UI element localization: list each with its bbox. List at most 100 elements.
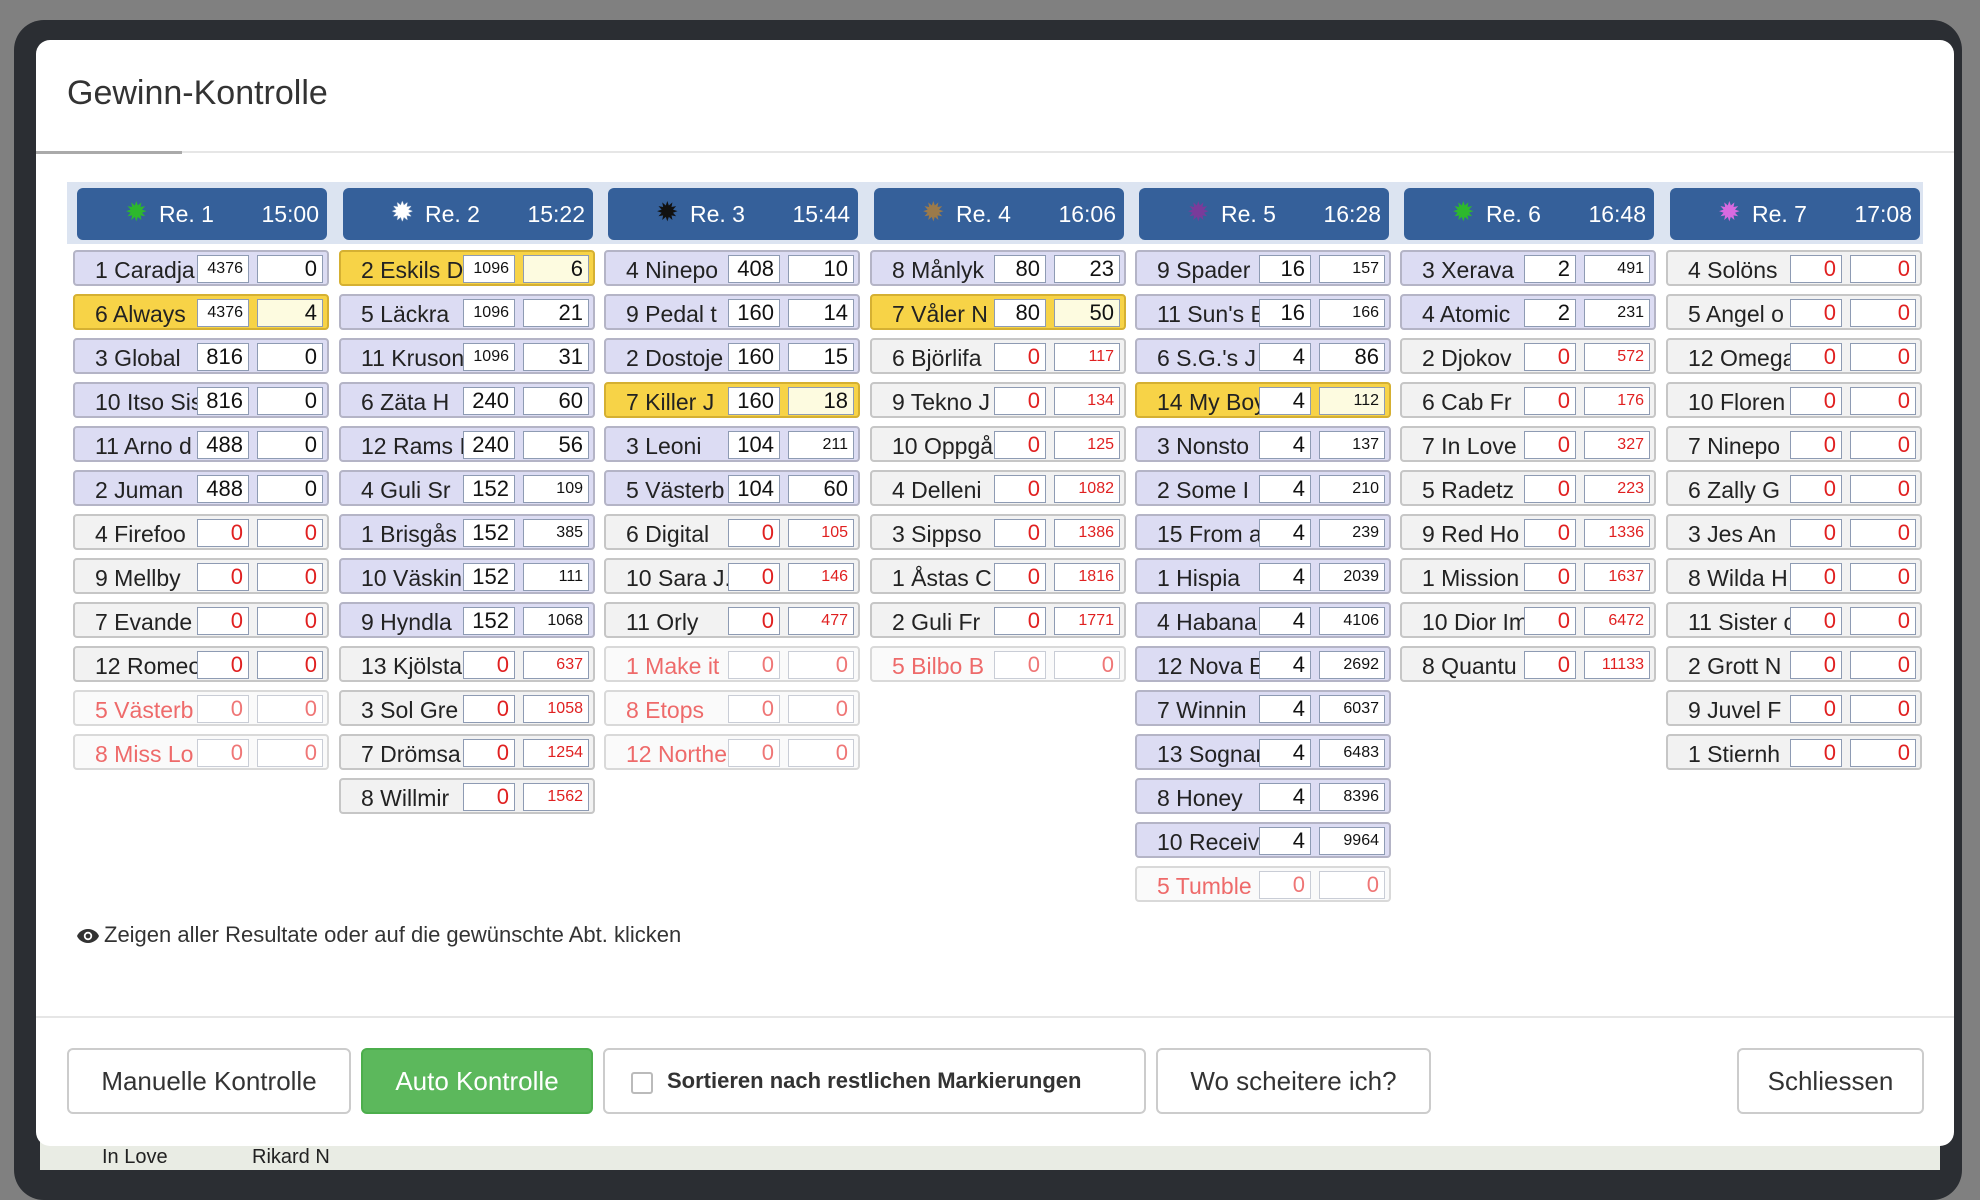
- runner-row[interactable]: 11 Sister o00: [1666, 602, 1922, 638]
- runner-row[interactable]: 7 Killer J 160 18: [604, 382, 860, 418]
- runner-row[interactable]: 5 Läckra 1096 21: [339, 294, 595, 330]
- runner-row[interactable]: 10 Oppgå 0 125: [870, 426, 1126, 462]
- runner-row[interactable]: 4 Ninepo 408 10: [604, 250, 860, 286]
- runner-row[interactable]: 9 Red Ho 0 1336: [1400, 514, 1656, 550]
- runner-row[interactable]: 1 Caradja 4376 0: [73, 250, 329, 286]
- runner-row[interactable]: 8 Honey 4 8396: [1135, 778, 1391, 814]
- runner-value-2: 1816: [1054, 563, 1120, 591]
- runner-row[interactable]: 7 Drömsa 0 1254: [339, 734, 595, 770]
- runner-row[interactable]: 6 Zally G 00: [1666, 470, 1922, 506]
- sort-checkbox[interactable]: [631, 1072, 653, 1094]
- runner-row[interactable]: 3 Global 816 0: [73, 338, 329, 374]
- runner-row[interactable]: 4 Delleni 0 1082: [870, 470, 1126, 506]
- runner-row[interactable]: 12 Rams I 240 56: [339, 426, 595, 462]
- runner-row[interactable]: 9 Mellby 0 0: [73, 558, 329, 594]
- runner-row[interactable]: 12 Northe 0 0: [604, 734, 860, 770]
- runner-row[interactable]: 3 Jes An 0 0: [1666, 514, 1922, 550]
- runner-row[interactable]: 15 From a 4 239: [1135, 514, 1391, 550]
- runner-row[interactable]: 9 Hyndla 152 1068: [339, 602, 595, 638]
- runner-row[interactable]: 2 Grott N 00: [1666, 646, 1922, 682]
- runner-row[interactable]: 2 Some I 4 210: [1135, 470, 1391, 506]
- runner-row[interactable]: 6 Zäta H 240 60: [339, 382, 595, 418]
- runner-row[interactable]: 14 My Boy 4 112: [1135, 382, 1391, 418]
- runner-row[interactable]: 6 Always 4376 4: [73, 294, 329, 330]
- runner-row[interactable]: 8 Willmir 0 1562: [339, 778, 595, 814]
- runner-row[interactable]: 4 Firefoo 0 0: [73, 514, 329, 550]
- manual-control-button[interactable]: Manuelle Kontrolle: [67, 1048, 351, 1114]
- runner-value-1: 0: [463, 651, 515, 679]
- race-header-5[interactable]: ✹ Re. 5 16:28: [1139, 188, 1389, 240]
- runner-row[interactable]: 8 Quantu 0 11133: [1400, 646, 1656, 682]
- runner-row[interactable]: 12 Nova E 4 2692: [1135, 646, 1391, 682]
- runner-row[interactable]: 9 Tekno J 0 134: [870, 382, 1126, 418]
- runner-row[interactable]: 1 Brisgås 152 385: [339, 514, 595, 550]
- runner-row[interactable]: 13 Sognar 4 6483: [1135, 734, 1391, 770]
- runner-row[interactable]: 10 Sara J. 0 146: [604, 558, 860, 594]
- runner-row[interactable]: 11 Orly 0 477: [604, 602, 860, 638]
- runner-row[interactable]: 12 Romeo 0 0: [73, 646, 329, 682]
- race-header-4[interactable]: ✹ Re. 4 16:06: [874, 188, 1124, 240]
- runner-row[interactable]: 1 Stiernh 0 0: [1666, 734, 1922, 770]
- runner-row[interactable]: 3 Xerava 2 491: [1400, 250, 1656, 286]
- runner-row[interactable]: 1 Make it 0 0: [604, 646, 860, 682]
- runner-row[interactable]: 3 Sippso 0 1386: [870, 514, 1126, 550]
- runner-row[interactable]: 2 Juman 488 0: [73, 470, 329, 506]
- runner-row[interactable]: 7 Våler N 80 50: [870, 294, 1126, 330]
- runner-row[interactable]: 4 Atomic 2 231: [1400, 294, 1656, 330]
- hint-row[interactable]: Zeigen aller Resultate oder auf die gewü…: [76, 922, 681, 948]
- runner-row[interactable]: 10 Itso Sis 816 0: [73, 382, 329, 418]
- runner-row[interactable]: 1 Mission 0 1637: [1400, 558, 1656, 594]
- runner-row[interactable]: 7 Winnin 4 6037: [1135, 690, 1391, 726]
- runner-row[interactable]: 9 Juvel F 00: [1666, 690, 1922, 726]
- runner-row[interactable]: 4 Habana 4 4106: [1135, 602, 1391, 638]
- runner-row[interactable]: 7 Evande 0 0: [73, 602, 329, 638]
- runner-row[interactable]: 5 Angel o00: [1666, 294, 1922, 330]
- runner-row[interactable]: 8 Etops 0 0: [604, 690, 860, 726]
- runner-row[interactable]: 10 Receiv 4 9964: [1135, 822, 1391, 858]
- runner-row[interactable]: 2 Guli Fr 0 1771: [870, 602, 1126, 638]
- runner-row[interactable]: 11 Sun's B 16 166: [1135, 294, 1391, 330]
- race-header-2[interactable]: ✹ Re. 2 15:22: [343, 188, 593, 240]
- runner-row[interactable]: 4 Guli Sr 152 109: [339, 470, 595, 506]
- runner-row[interactable]: 9 Spader 16 157: [1135, 250, 1391, 286]
- runner-row[interactable]: 5 Västerb 104 60: [604, 470, 860, 506]
- runner-row[interactable]: 5 Västerb 0 0: [73, 690, 329, 726]
- runner-row[interactable]: 7 Ninepo 0 0: [1666, 426, 1922, 462]
- runner-row[interactable]: 5 Tumble 0 0: [1135, 866, 1391, 902]
- runner-row[interactable]: 3 Nonsto 4 137: [1135, 426, 1391, 462]
- runner-row[interactable]: 8 Miss Lo 0 0: [73, 734, 329, 770]
- runner-row[interactable]: 12 Omega 0 0: [1666, 338, 1922, 374]
- runner-row[interactable]: 3 Leoni 104 211: [604, 426, 860, 462]
- close-button[interactable]: Schliessen: [1737, 1048, 1924, 1114]
- runner-row[interactable]: 6 Björlifa 0 117: [870, 338, 1126, 374]
- race-header-7[interactable]: ✹ Re. 7 17:08: [1670, 188, 1920, 240]
- runner-row[interactable]: 3 Sol Gre 0 1058: [339, 690, 595, 726]
- runner-row[interactable]: 6 Cab Fr 0 176: [1400, 382, 1656, 418]
- runner-row[interactable]: 6 S.G.'s J 4 86: [1135, 338, 1391, 374]
- runner-row[interactable]: 11 Arno d 488 0: [73, 426, 329, 462]
- race-header-1[interactable]: ✹ Re. 1 15:00: [77, 188, 327, 240]
- runner-row[interactable]: 8 Wilda H00: [1666, 558, 1922, 594]
- where-do-i-fail-button[interactable]: Wo scheitere ich?: [1156, 1048, 1431, 1114]
- runner-row[interactable]: 4 Solöns 0 0: [1666, 250, 1922, 286]
- sort-remaining-toggle[interactable]: Sortieren nach restlichen Markierungen: [603, 1048, 1146, 1114]
- runner-row[interactable]: 1 Hispia 4 2039: [1135, 558, 1391, 594]
- race-header-6[interactable]: ✹ Re. 6 16:48: [1404, 188, 1654, 240]
- runner-row[interactable]: 9 Pedal t 160 14: [604, 294, 860, 330]
- runner-row[interactable]: 5 Radetz 0 223: [1400, 470, 1656, 506]
- runner-row[interactable]: 6 Digital 0 105: [604, 514, 860, 550]
- runner-row[interactable]: 10 Floren 0 0: [1666, 382, 1922, 418]
- runner-row[interactable]: 2 Eskils D 1096 6: [339, 250, 595, 286]
- runner-row[interactable]: 2 Dostoje 160 15: [604, 338, 860, 374]
- runner-row[interactable]: 7 In Love 0 327: [1400, 426, 1656, 462]
- runner-row[interactable]: 10 Dior Im 0 6472: [1400, 602, 1656, 638]
- runner-row[interactable]: 8 Månlyk 80 23: [870, 250, 1126, 286]
- runner-row[interactable]: 11 Kruson 1096 31: [339, 338, 595, 374]
- runner-row[interactable]: 13 Kjölsta 0 637: [339, 646, 595, 682]
- runner-row[interactable]: 10 Väsking 152 111: [339, 558, 595, 594]
- runner-row[interactable]: 5 Bilbo B 00: [870, 646, 1126, 682]
- race-header-3[interactable]: ✹ Re. 3 15:44: [608, 188, 858, 240]
- runner-row[interactable]: 1 Åstas C 0 1816: [870, 558, 1126, 594]
- auto-control-button[interactable]: Auto Kontrolle: [361, 1048, 593, 1114]
- runner-row[interactable]: 2 Djokov 0 572: [1400, 338, 1656, 374]
